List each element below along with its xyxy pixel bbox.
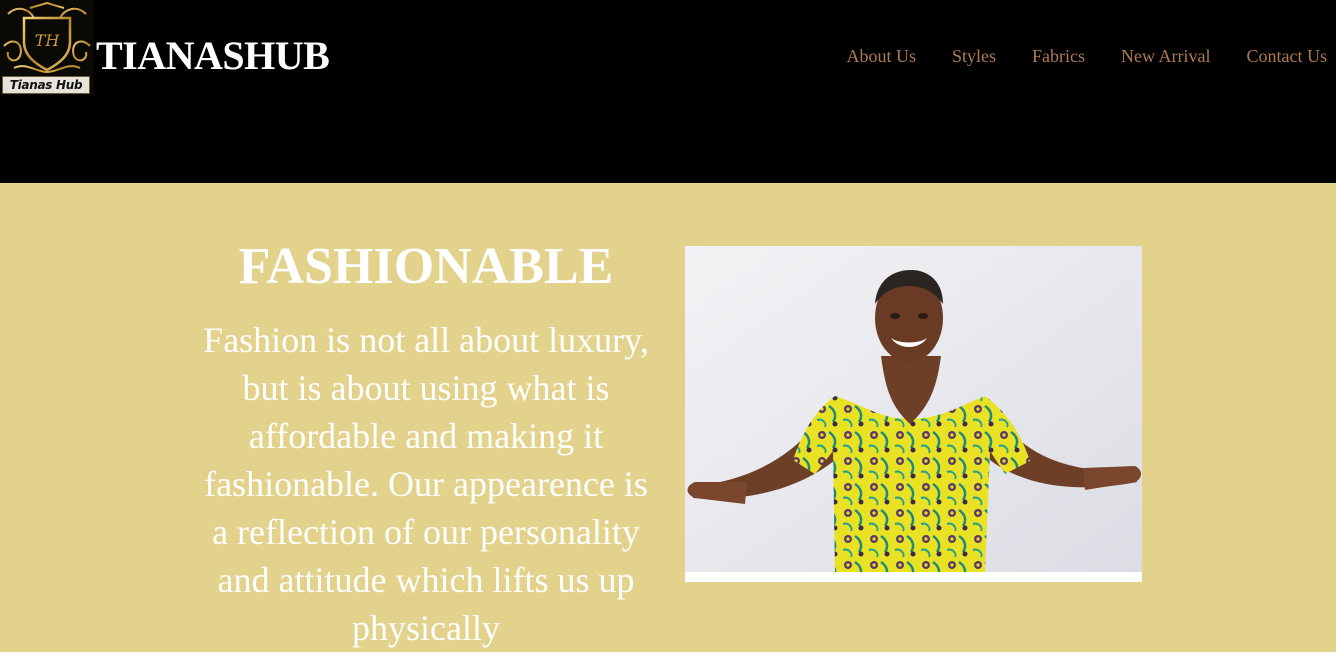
logo-monogram: TH bbox=[35, 31, 61, 50]
brand-name[interactable]: TIANASHUB bbox=[96, 33, 330, 79]
hero-photo bbox=[685, 246, 1142, 582]
nav-about-us[interactable]: About Us bbox=[846, 45, 916, 67]
nav-fabrics[interactable]: Fabrics bbox=[1032, 45, 1085, 67]
hero-title: FASHIONABLE bbox=[238, 238, 614, 295]
nav-new-arrival[interactable]: New Arrival bbox=[1121, 45, 1210, 67]
nav-styles[interactable]: Styles bbox=[952, 45, 996, 67]
site-header: TH Tianas Hub TIANASHUB About Us Styles … bbox=[0, 0, 1336, 183]
logo[interactable]: TH Tianas Hub bbox=[0, 0, 94, 95]
main-nav: About Us Styles Fabrics New Arrival Cont… bbox=[846, 45, 1327, 67]
nav-contact-us[interactable]: Contact Us bbox=[1247, 45, 1328, 67]
hero-text: Fashion is not all about luxury, but is … bbox=[203, 320, 649, 648]
logo-caption: Tianas Hub bbox=[2, 76, 90, 94]
woman-photo-illustration bbox=[685, 246, 1142, 582]
